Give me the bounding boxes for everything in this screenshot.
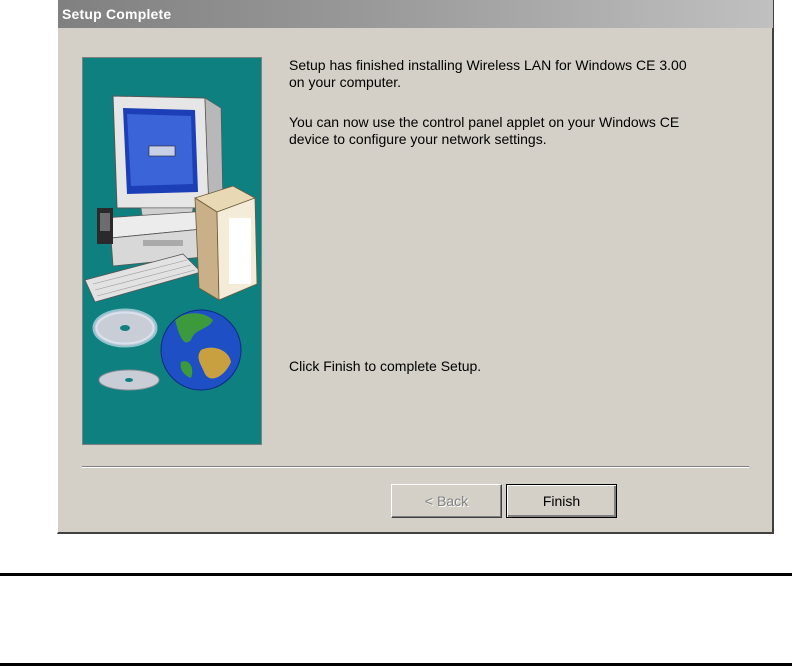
applet-message-line2: device to configure your network setting… — [289, 131, 547, 147]
finish-instruction-text: Click Finish to complete Setup. — [289, 358, 482, 374]
title-bar[interactable]: Setup Complete — [58, 0, 773, 28]
finish-instruction: Click Finish to complete Setup. — [289, 358, 759, 375]
cd-disc-icon — [92, 308, 160, 391]
window-title: Setup Complete — [62, 6, 172, 22]
setup-banner-image — [82, 57, 262, 445]
applet-message-line1: You can now use the control panel applet… — [289, 114, 680, 130]
message-area: Setup has finished installing Wireless L… — [289, 57, 759, 445]
back-button[interactable]: < Back — [391, 484, 502, 518]
finished-message: Setup has finished installing Wireless L… — [289, 57, 759, 91]
package-box-icon — [194, 185, 258, 301]
finish-button[interactable]: Finish — [506, 484, 617, 518]
setup-dialog: Setup Complete Setup has finished instal… — [57, 0, 774, 534]
finished-message-line1: Setup has finished installing Wireless L… — [289, 57, 687, 73]
button-separator — [82, 466, 749, 468]
applet-message: You can now use the control panel applet… — [289, 114, 759, 148]
finished-message-line2: on your computer. — [289, 74, 402, 90]
document-rule-top — [0, 573, 792, 576]
globe-icon — [160, 309, 242, 391]
